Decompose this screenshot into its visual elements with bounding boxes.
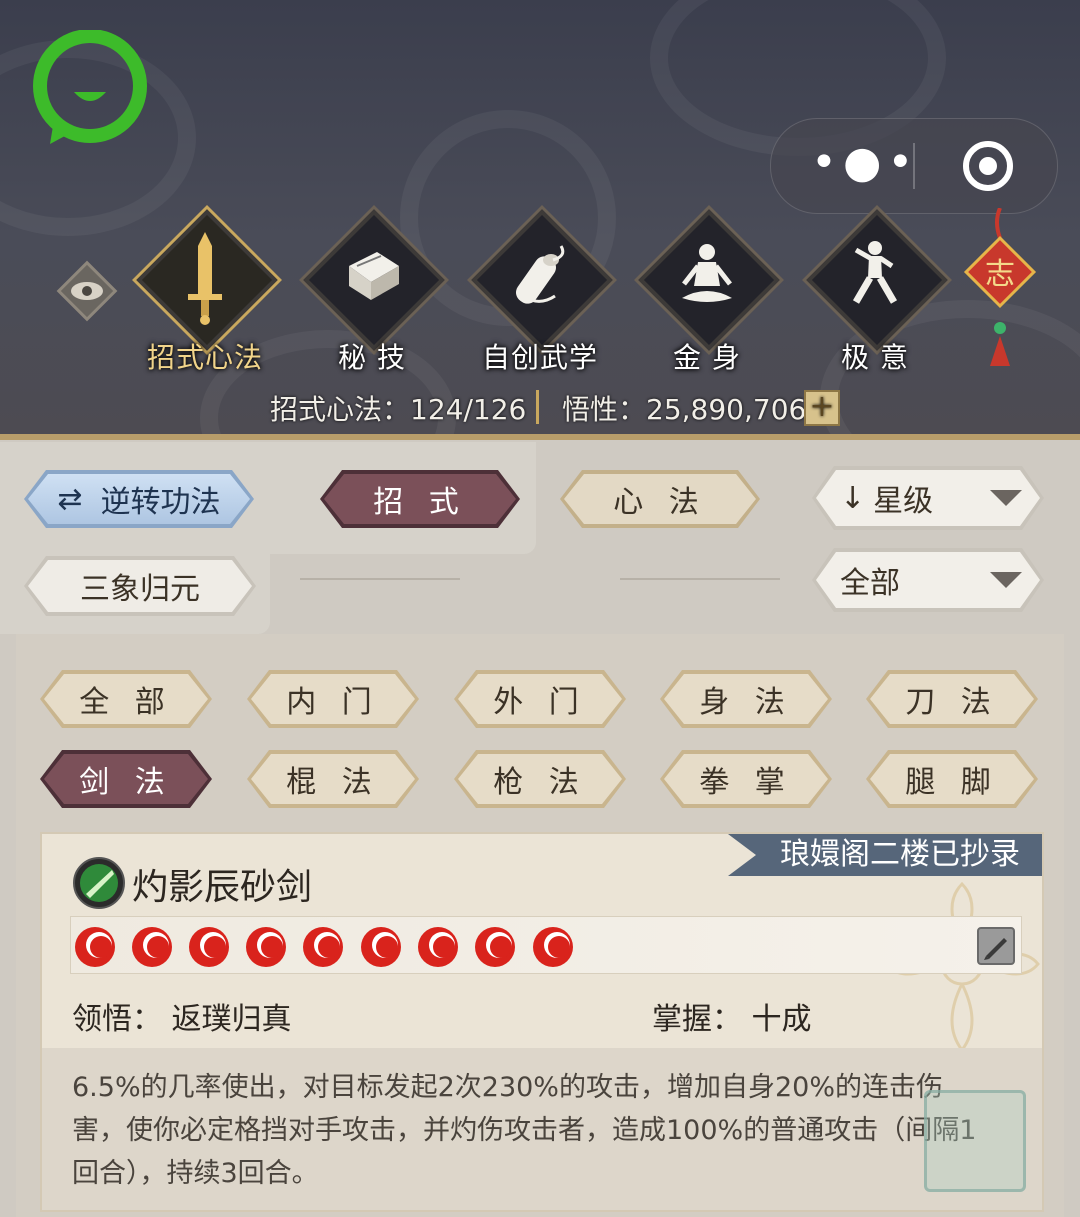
xinfa-label: 心 法 <box>613 485 707 520</box>
sort-label: 星级 <box>873 484 934 519</box>
category-label: 棍 法 <box>286 765 380 800</box>
skills-count: 招式心法：124/126 <box>270 393 527 426</box>
category-sword[interactable]: 剑 法 <box>40 750 212 808</box>
tab-label: 秘 技 <box>338 341 406 374</box>
capsule-divider <box>913 143 915 189</box>
flame-orb-icon <box>475 927 515 967</box>
comprehension-level: 领悟： 返璞归真 <box>72 1002 292 1037</box>
category-blade[interactable]: 刀 法 <box>866 670 1038 728</box>
eye-icon[interactable] <box>54 258 120 324</box>
martial-stance-icon <box>852 241 898 304</box>
tab-jinshen[interactable]: 金 身 <box>632 209 782 376</box>
category-staff[interactable]: 棍 法 <box>247 750 419 808</box>
copied-status-ribbon: 琅嬛阁二楼已抄录 <box>728 834 1042 876</box>
tab-label: 自创武学 <box>481 341 598 374</box>
tab-zhaoshi[interactable]: 招 式 <box>320 470 520 528</box>
add-insight-button[interactable]: + <box>804 390 840 426</box>
scroll-icon <box>516 245 565 304</box>
tab-label: 金 身 <box>673 341 741 374</box>
stats-separator <box>536 390 539 424</box>
top-header: •●• 招式心法 秘 技 自创武学 金 身 极 意 志 招式心法：124/126… <box>0 0 1080 436</box>
charm-text: 志 <box>985 257 1015 292</box>
scope-label: 全部 <box>840 566 900 601</box>
star-level-bar <box>70 916 1022 974</box>
reverse-technique-button[interactable]: ⇄ 逆转功法 <box>24 470 254 528</box>
insight-value: 悟性：25,890,706 <box>562 393 807 426</box>
chevron-down-icon <box>990 572 1022 588</box>
sword-icon <box>188 232 222 325</box>
decorative-line-left <box>300 578 460 580</box>
tab-label: 招式心法 <box>146 341 263 374</box>
category-label: 剑 法 <box>79 765 173 800</box>
charm-pendant-icon[interactable]: 志 <box>960 208 1040 368</box>
watermark-seal-icon <box>924 1090 1026 1192</box>
chat-logo-icon[interactable] <box>30 30 150 150</box>
category-label: 枪 法 <box>493 765 587 800</box>
category-fist[interactable]: 拳 掌 <box>660 750 832 808</box>
zhaoshi-label: 招 式 <box>373 485 467 520</box>
flame-orb-icon <box>75 927 115 967</box>
tab-label: 极 意 <box>841 341 909 374</box>
category-spear[interactable]: 枪 法 <box>454 750 626 808</box>
flame-orb-icon <box>418 927 458 967</box>
close-miniprogram-icon[interactable] <box>961 139 1015 193</box>
category-inner[interactable]: 内 门 <box>247 670 419 728</box>
category-label: 腿 脚 <box>905 765 999 800</box>
sanxiang-label: 三象归元 <box>80 572 200 607</box>
flame-orb-icon <box>132 927 172 967</box>
mastery-level: 掌握： 十成 <box>652 1002 812 1037</box>
skill-card[interactable]: 琅嬛阁二楼已抄录 灼影辰砂剑 领悟： 返璞归真 掌握： 十成 6.5%的几率使出… <box>40 832 1044 1212</box>
swap-icon: ⇄ <box>57 481 83 517</box>
category-label: 身 法 <box>699 685 793 720</box>
flame-orb-icon <box>533 927 573 967</box>
miniprogram-capsule: •●• <box>770 118 1058 214</box>
reverse-label: 逆转功法 <box>100 485 221 520</box>
category-all[interactable]: 全 部 <box>40 670 212 728</box>
category-label: 外 门 <box>493 685 587 720</box>
category-label: 刀 法 <box>905 685 999 720</box>
category-outer[interactable]: 外 门 <box>454 670 626 728</box>
tab-zhaoshi-xinfa[interactable]: 招式心法 <box>130 209 280 376</box>
sort-down-arrow-icon: ↓ <box>840 480 866 516</box>
category-label: 拳 掌 <box>699 765 793 800</box>
skill-description: 6.5%的几率使出，对目标发起2次230%的攻击，增加自身20%的连击伤害，使你… <box>72 1072 977 1189</box>
sword-skill-icon <box>73 857 125 909</box>
skill-name: 灼影辰砂剑 <box>132 867 313 908</box>
category-label: 全 部 <box>79 685 173 720</box>
flame-orb-icon <box>189 927 229 967</box>
tab-xinfa[interactable]: 心 法 <box>560 470 760 528</box>
chevron-down-icon <box>990 490 1022 506</box>
book-icon <box>349 252 399 300</box>
decorative-line-right <box>620 578 780 580</box>
flame-orb-icon <box>303 927 343 967</box>
category-label: 内 门 <box>286 685 380 720</box>
edit-icon[interactable] <box>976 926 1016 966</box>
flame-orb-icon <box>361 927 401 967</box>
more-options-icon[interactable]: •●• <box>811 141 913 187</box>
header-divider <box>0 434 1080 440</box>
tab-jiyi[interactable]: 极 意 <box>800 209 950 376</box>
tab-miji[interactable]: 秘 技 <box>297 209 447 376</box>
sort-dropdown[interactable]: ↓ 星级 <box>812 466 1044 530</box>
flame-orb-icon <box>246 927 286 967</box>
scope-dropdown[interactable]: 全部 <box>812 548 1044 612</box>
category-movement[interactable]: 身 法 <box>660 670 832 728</box>
tab-zichuang-wuxue[interactable]: 自创武学 <box>465 209 615 376</box>
stats-bar: 招式心法：124/126 悟性：25,890,706 + <box>0 388 1080 428</box>
meditation-icon <box>682 244 732 302</box>
sanxiang-button[interactable]: 三象归元 <box>24 556 256 616</box>
category-leg[interactable]: 腿 脚 <box>866 750 1038 808</box>
